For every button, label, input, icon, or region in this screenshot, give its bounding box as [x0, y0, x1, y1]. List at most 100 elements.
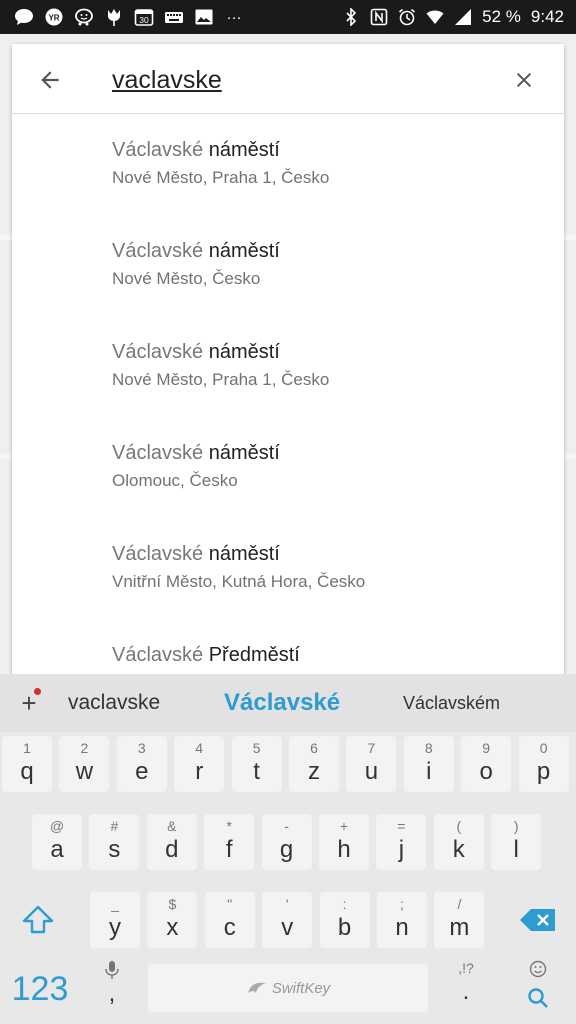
key-label: e	[135, 758, 149, 785]
key-hint: '	[285, 896, 289, 912]
key-hint: 7	[367, 740, 376, 756]
key-k[interactable]: (k	[433, 814, 484, 870]
period-label: .	[462, 978, 470, 1005]
key-w[interactable]: 2w	[59, 736, 110, 792]
key-m[interactable]: / m	[434, 892, 485, 948]
key-t[interactable]: 5t	[231, 736, 282, 792]
key-label: l	[513, 836, 519, 863]
key-hint: 4	[195, 740, 204, 756]
search-input[interactable]	[112, 62, 492, 98]
result-item[interactable]: Václavské náměstí Vnitřní Město, Kutná H…	[12, 518, 564, 619]
period-key[interactable]: ,!? .	[444, 958, 488, 1018]
comma-key[interactable]: ,	[90, 958, 134, 1018]
key-x[interactable]: $ x	[147, 892, 198, 948]
key-a[interactable]: @ a	[32, 814, 82, 870]
calendar-day: 30	[139, 15, 149, 25]
numbers-key[interactable]: 123	[4, 964, 76, 1014]
key-b[interactable]: :b	[319, 892, 370, 948]
result-item[interactable]: Václavské náměstí Nové Město, Praha 1, Č…	[12, 316, 564, 417]
key-v[interactable]: ' v	[262, 892, 313, 948]
chat-bubble-icon	[14, 8, 34, 26]
key-l[interactable]: ) l	[491, 814, 542, 870]
key-c[interactable]: " c	[204, 892, 255, 948]
key-d[interactable]: & d	[146, 814, 197, 870]
key-label: z	[308, 758, 320, 785]
clear-button[interactable]	[508, 64, 540, 96]
key-label: f	[225, 836, 233, 863]
key-label: y	[109, 914, 121, 941]
result-prefix: Václavské	[112, 442, 204, 464]
key-s[interactable]: # s	[89, 814, 140, 870]
search-key[interactable]	[512, 958, 564, 1018]
battery-percent: 52 %	[482, 7, 521, 26]
space-brand-label: SwiftKey	[271, 979, 331, 997]
result-item[interactable]: Václavské náměstí Nové Město, Česko	[12, 215, 564, 316]
search-panel: Václavské náměstí Nové Město, Praha 1, Č…	[12, 44, 564, 674]
result-prefix: Václavské	[112, 644, 204, 666]
suggestion-3[interactable]: Václavském	[403, 688, 500, 718]
bluetooth-icon	[342, 8, 360, 26]
result-match: Předměstí	[208, 644, 300, 666]
key-u[interactable]: 7u	[346, 736, 397, 792]
key-hint: +	[339, 818, 349, 834]
key-y[interactable]: _ y	[90, 892, 140, 948]
suggestion-1[interactable]: vaclavske	[68, 688, 160, 718]
key-label: b	[337, 914, 352, 941]
key-n[interactable]: ; n	[377, 892, 427, 948]
space-key[interactable]: SwiftKey	[148, 964, 428, 1012]
key-o[interactable]: 9o	[461, 736, 512, 792]
result-subtitle: Olomouc, Česko	[112, 471, 238, 490]
key-hint: /	[457, 896, 462, 912]
result-title: Václavské Předměstí	[112, 643, 564, 667]
key-g[interactable]: -g	[261, 814, 312, 870]
key-hint: -	[284, 818, 289, 834]
result-match: náměstí	[208, 341, 280, 363]
swiftkey-logo-icon	[247, 982, 266, 993]
keyboard-icon	[164, 8, 184, 26]
key-hint: 6	[310, 740, 318, 756]
keyboard: + vaclavske Václavské Václavském 1q2w3e4…	[0, 674, 576, 1024]
result-title: Václavské náměstí	[112, 340, 564, 364]
key-hint: 2	[80, 740, 89, 756]
alarm-icon	[398, 8, 416, 26]
key-label: r	[195, 758, 204, 785]
key-label: q	[20, 758, 34, 785]
result-item[interactable]: Václavské Předměstí	[12, 619, 564, 674]
notification-dot	[34, 688, 41, 695]
key-hint: @	[49, 818, 65, 834]
key-q[interactable]: 1q	[2, 736, 52, 792]
back-button[interactable]	[34, 64, 66, 96]
suggestion-2[interactable]: Václavské	[224, 688, 340, 718]
result-prefix: Václavské	[112, 139, 204, 161]
key-hint: *	[226, 818, 232, 834]
key-e[interactable]: 3e	[116, 736, 167, 792]
key-hint: =	[397, 818, 406, 834]
shift-key[interactable]	[10, 892, 66, 948]
key-label: c	[223, 914, 236, 941]
key-z[interactable]: 6z	[289, 736, 339, 792]
result-item[interactable]: Václavské náměstí Olomouc, Česko	[12, 417, 564, 518]
key-hint: 9	[482, 740, 491, 756]
key-label: x	[166, 914, 179, 941]
key-i[interactable]: 8i	[403, 736, 454, 792]
key-hint: 3	[137, 740, 146, 756]
key-p[interactable]: 0p	[518, 736, 569, 792]
key-j[interactable]: = j	[376, 814, 427, 870]
comma-label: ,	[108, 980, 116, 1007]
key-r[interactable]: 4r	[174, 736, 225, 792]
key-h[interactable]: + h	[319, 814, 369, 870]
key-label: v	[281, 914, 294, 941]
key-label: p	[536, 758, 551, 785]
microphone-icon	[105, 961, 119, 979]
key-f[interactable]: * f	[204, 814, 255, 870]
result-item[interactable]: Václavské náměstí Nové Město, Praha 1, Č…	[12, 114, 564, 215]
backspace-key[interactable]	[510, 892, 566, 948]
key-label: m	[449, 914, 470, 941]
result-prefix: Václavské	[112, 240, 204, 262]
search-bar	[12, 44, 564, 114]
result-subtitle: Vnitřní Město, Kutná Hora, Česko	[112, 572, 366, 591]
signal-icon	[454, 8, 472, 26]
key-hint: :	[342, 896, 347, 912]
image-icon	[194, 8, 214, 26]
key-hint: "	[227, 896, 233, 912]
